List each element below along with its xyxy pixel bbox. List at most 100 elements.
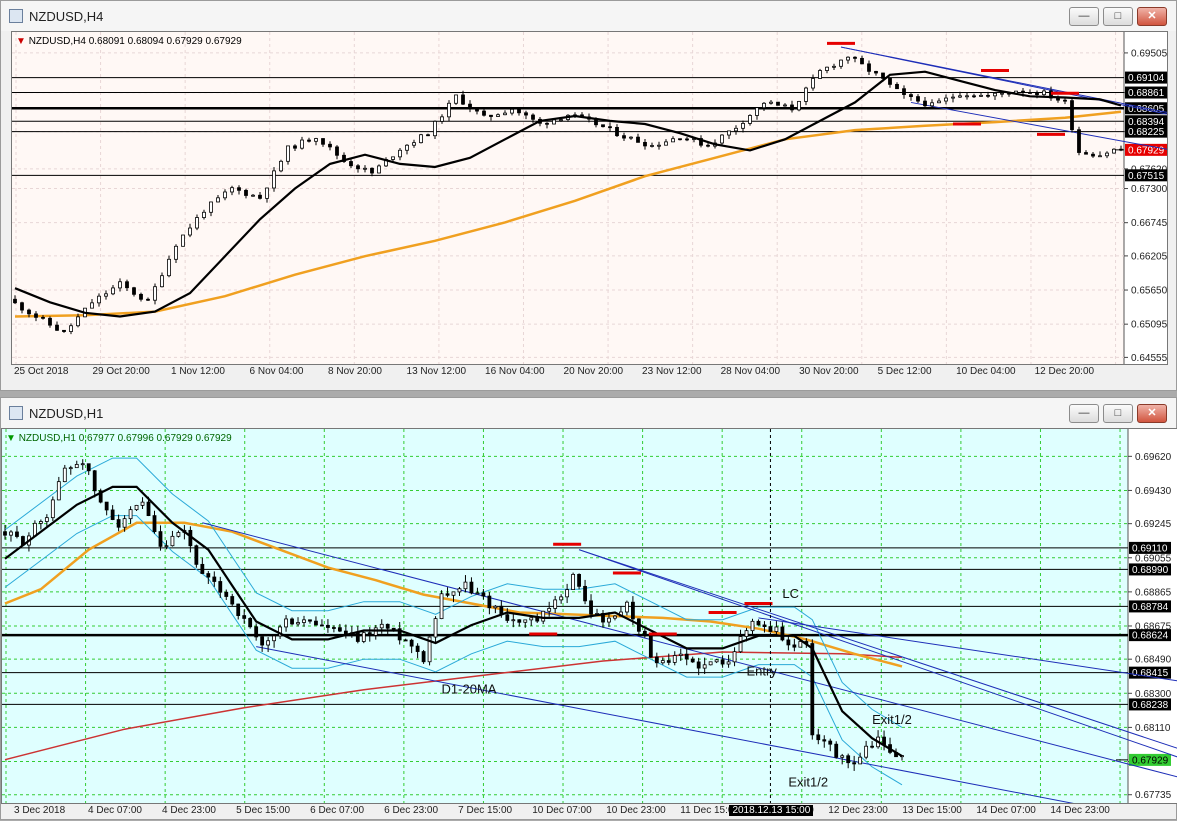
candle-body — [762, 102, 766, 109]
candle-body — [314, 620, 318, 626]
candle-body — [493, 605, 498, 609]
candle-body — [363, 167, 367, 170]
chart-symbol: NZDUSD,H4 — [28, 36, 86, 47]
candle-body — [816, 734, 821, 741]
chart-window-icon — [9, 9, 23, 23]
price-level-label: 0.68238 — [1132, 700, 1169, 711]
candle-body — [223, 191, 227, 199]
plot-background — [2, 429, 1128, 803]
candle-body — [34, 313, 38, 318]
price-tick-label: 0.68490 — [1135, 655, 1172, 666]
collapse-triangle-icon[interactable]: ▼ — [6, 433, 16, 444]
candle-body — [650, 145, 654, 147]
close-button[interactable]: ✕ — [1137, 404, 1167, 423]
candle-body — [212, 576, 217, 582]
candle-body — [321, 138, 325, 145]
window-titlebar[interactable]: NZDUSD,H4 — □ ✕ — [1, 1, 1176, 31]
candle-body — [741, 123, 745, 129]
window-title: NZDUSD,H4 — [29, 9, 104, 24]
candle-body — [1070, 100, 1074, 131]
candle-body — [818, 70, 822, 79]
candle-body — [1042, 90, 1046, 96]
candle-body — [9, 531, 13, 536]
candle-body — [86, 463, 91, 472]
candle-body — [433, 120, 437, 137]
candle-body — [290, 618, 294, 625]
candle-body — [755, 107, 759, 116]
chart-canvas-h1[interactable]: 0.69620 0.69430 0.69245 0.69055 0.68865 0.686… — [2, 429, 1177, 803]
candle-body — [774, 626, 779, 632]
collapse-triangle-icon[interactable]: ▼ — [16, 36, 26, 47]
candle-body — [993, 92, 997, 97]
candle-body — [881, 72, 885, 79]
minimize-button[interactable]: — — [1069, 7, 1099, 26]
candle-body — [517, 619, 522, 623]
candle-body — [48, 317, 52, 326]
candle-body — [140, 501, 145, 506]
candle-body — [529, 617, 534, 621]
candle-body — [244, 189, 248, 196]
candle-body — [1000, 92, 1004, 95]
price-tick-label: 0.65650 — [1131, 286, 1167, 297]
candle-body — [447, 102, 451, 118]
candle-body — [834, 743, 839, 758]
candle-body — [20, 302, 24, 311]
chart-annotation: Exit1/2 — [788, 775, 828, 790]
candle-body — [622, 135, 626, 139]
time-tick-label: 5 Dec 15:00 — [236, 805, 291, 816]
candle-body — [307, 139, 311, 142]
candle-body — [636, 136, 640, 143]
chart-ohlc: 0.68091 0.68094 0.67929 0.67929 — [88, 36, 242, 47]
candle-body — [1098, 155, 1102, 158]
candle-body — [511, 619, 516, 622]
candle-body — [654, 656, 659, 664]
candle-body — [726, 661, 731, 665]
candle-body — [153, 286, 157, 301]
price-level-label: 0.69110 — [1132, 543, 1168, 554]
time-tick-label: 23 Nov 12:00 — [642, 366, 702, 377]
candle-body — [326, 624, 330, 628]
candle-body — [1091, 153, 1095, 157]
time-tick-label: 16 Nov 04:00 — [485, 366, 545, 377]
price-tick-label: 0.69620 — [1135, 452, 1172, 463]
chart-canvas-h4[interactable]: 0.695050.688600.682250.676200.673000.667… — [12, 32, 1167, 364]
price-tick-label: 0.64555 — [1131, 353, 1167, 364]
window-titlebar[interactable]: NZDUSD,H1 — □ ✕ — [1, 398, 1176, 428]
maximize-button[interactable]: □ — [1103, 7, 1133, 26]
candle-body — [454, 94, 458, 104]
candle-body — [708, 661, 713, 666]
price-level-label: 0.68784 — [1132, 602, 1169, 613]
chart-annotation: Entry — [747, 663, 778, 678]
candle-body — [895, 83, 899, 90]
close-button[interactable]: ✕ — [1137, 7, 1167, 26]
time-tick-label: 10 Dec 07:00 — [532, 805, 592, 816]
candle-body — [13, 298, 17, 304]
candle-body — [825, 66, 829, 71]
price-tick-label: 0.68300 — [1135, 689, 1172, 700]
candle-body — [671, 138, 675, 143]
candle-body — [80, 463, 85, 466]
price-chart-h4[interactable]: 0.695050.688600.682250.676200.673000.667… — [11, 31, 1168, 365]
candle-body — [1119, 148, 1123, 151]
candle-body — [224, 591, 229, 597]
candle-body — [577, 573, 581, 587]
price-tick-label: 0.66205 — [1131, 251, 1167, 262]
candle-body — [552, 119, 556, 125]
price-chart-h1[interactable]: 0.69620 0.69430 0.69245 0.69055 0.68865 0.686… — [1, 428, 1177, 804]
candle-body — [314, 138, 318, 142]
candle-body — [391, 156, 395, 160]
candle-body — [678, 138, 682, 141]
candle-body — [790, 104, 794, 111]
candle-body — [128, 509, 133, 520]
time-tick-label: 14 Dec 23:00 — [1050, 805, 1110, 816]
candle-body — [783, 104, 787, 107]
price-tick-label: 0.68865 — [1135, 587, 1172, 598]
candle-body — [56, 481, 61, 501]
minimize-button[interactable]: — — [1069, 404, 1099, 423]
candle-body — [74, 464, 79, 469]
maximize-button[interactable]: □ — [1103, 404, 1133, 423]
candle-body — [44, 517, 49, 522]
time-tick-label: 20 Nov 20:00 — [563, 366, 624, 377]
candle-body — [792, 644, 797, 648]
candle-body — [664, 141, 668, 146]
